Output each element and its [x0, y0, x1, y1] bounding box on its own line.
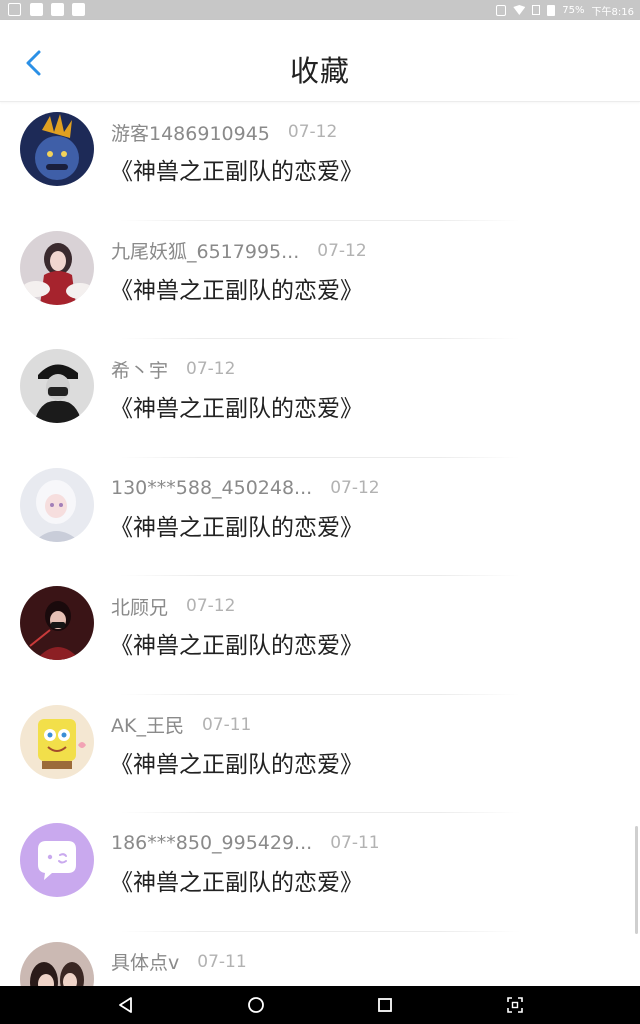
navigation-bar	[0, 986, 640, 1024]
username[interactable]: 具体点v	[111, 948, 179, 975]
nav-screenshot-button[interactable]	[500, 991, 530, 1019]
username[interactable]: 希丶宇	[111, 356, 168, 383]
item-meta: 130***588_450248... 07-12	[111, 475, 380, 501]
clock: 下午8:16	[591, 6, 634, 18]
username[interactable]: 130***588_450248...	[111, 477, 312, 499]
username[interactable]: AK_王民	[111, 711, 184, 738]
status-bar: 75% 下午8:16	[0, 0, 640, 20]
date: 07-12	[287, 122, 338, 142]
wifi-icon	[513, 5, 526, 15]
screenshot-icon	[507, 997, 523, 1013]
item-meta: 北顾兄 07-12	[111, 593, 235, 619]
page-title: 收藏	[289, 54, 350, 88]
list-item[interactable]: 游客1486910945 07-12 《神兽之正副队的恋爱》	[0, 102, 640, 221]
avatar[interactable]	[20, 823, 94, 897]
list-item[interactable]: 九尾妖狐_6517995... 07-12 《神兽之正副队的恋爱》	[0, 221, 640, 339]
item-meta: 186***850_995429... 07-11	[111, 830, 380, 856]
item-meta: 游客1486910945 07-12	[111, 119, 337, 145]
list-item[interactable]: 北顾兄 07-12 《神兽之正副队的恋爱》	[0, 576, 640, 695]
item-meta: 具体点v 07-11	[111, 949, 247, 975]
gallery-notification-icon	[8, 3, 21, 16]
sim-icon	[532, 5, 541, 15]
work-title[interactable]: 《神兽之正副队的恋爱》	[110, 152, 363, 186]
item-meta: AK_王民 07-11	[111, 712, 251, 738]
list-item[interactable]: 186***850_995429... 07-11 《神兽之正副队的恋爱》	[0, 813, 640, 932]
work-title[interactable]: 《神兽之正副队的恋爱》	[110, 626, 363, 660]
favorites-list[interactable]: 游客1486910945 07-12 《神兽之正副队的恋爱》 九尾妖狐_6517…	[0, 102, 640, 986]
app-notification-icon	[51, 3, 64, 16]
avatar[interactable]	[20, 467, 94, 542]
list-item[interactable]: AK_王民 07-11 《神兽之正副队的恋爱》	[0, 695, 640, 813]
avatar[interactable]	[20, 230, 94, 305]
work-title[interactable]: 《神兽之正副队的恋爱》	[110, 863, 363, 897]
avatar[interactable]	[20, 586, 94, 660]
work-title[interactable]: 《神兽之正副队的恋爱》	[110, 508, 363, 542]
vibrate-icon	[496, 4, 507, 16]
scrollbar[interactable]	[635, 826, 638, 934]
list-item[interactable]: 130***588_450248... 07-12 《神兽之正副队的恋爱》	[0, 458, 640, 576]
header: 收藏	[0, 20, 640, 102]
date: 07-12	[186, 596, 236, 616]
app-notification-icon	[72, 3, 85, 16]
nav-home-button[interactable]	[241, 991, 271, 1019]
date: 07-11	[197, 951, 247, 972]
app-notification-icon	[30, 3, 43, 16]
item-meta: 希丶宇 07-12	[111, 356, 235, 382]
work-title[interactable]: 《神兽之正副队的恋爱》	[110, 271, 363, 305]
square-recents-icon	[378, 998, 392, 1012]
avatar[interactable]	[20, 941, 94, 986]
item-meta: 九尾妖狐_6517995... 07-12	[111, 238, 367, 264]
battery-percent: 75%	[562, 4, 585, 16]
date: 07-11	[201, 714, 252, 735]
list-item[interactable]: 具体点v 07-11	[0, 932, 640, 986]
avatar[interactable]	[20, 349, 94, 423]
battery-icon	[547, 4, 556, 16]
username[interactable]: 186***850_995429...	[111, 832, 312, 854]
username[interactable]: 北顾兄	[111, 593, 168, 620]
list-item[interactable]: 希丶宇 07-12 《神兽之正副队的恋爱》	[0, 339, 640, 458]
work-title[interactable]: 《神兽之正副队的恋爱》	[110, 389, 363, 423]
triangle-back-icon	[119, 997, 132, 1013]
default-chat-avatar-icon	[20, 823, 94, 897]
avatar[interactable]	[20, 704, 94, 779]
work-title[interactable]: 《神兽之正副队的恋爱》	[110, 745, 363, 779]
date: 07-12	[317, 240, 367, 261]
username[interactable]: 游客1486910945	[111, 119, 270, 146]
username[interactable]: 九尾妖狐_6517995...	[111, 237, 299, 264]
date: 07-11	[330, 833, 380, 853]
nav-recents-button[interactable]	[370, 991, 400, 1019]
circle-home-icon	[248, 997, 264, 1013]
avatar[interactable]	[20, 112, 94, 186]
date: 07-12	[186, 359, 236, 379]
date: 07-12	[330, 477, 380, 498]
nav-back-button[interactable]	[111, 991, 141, 1019]
